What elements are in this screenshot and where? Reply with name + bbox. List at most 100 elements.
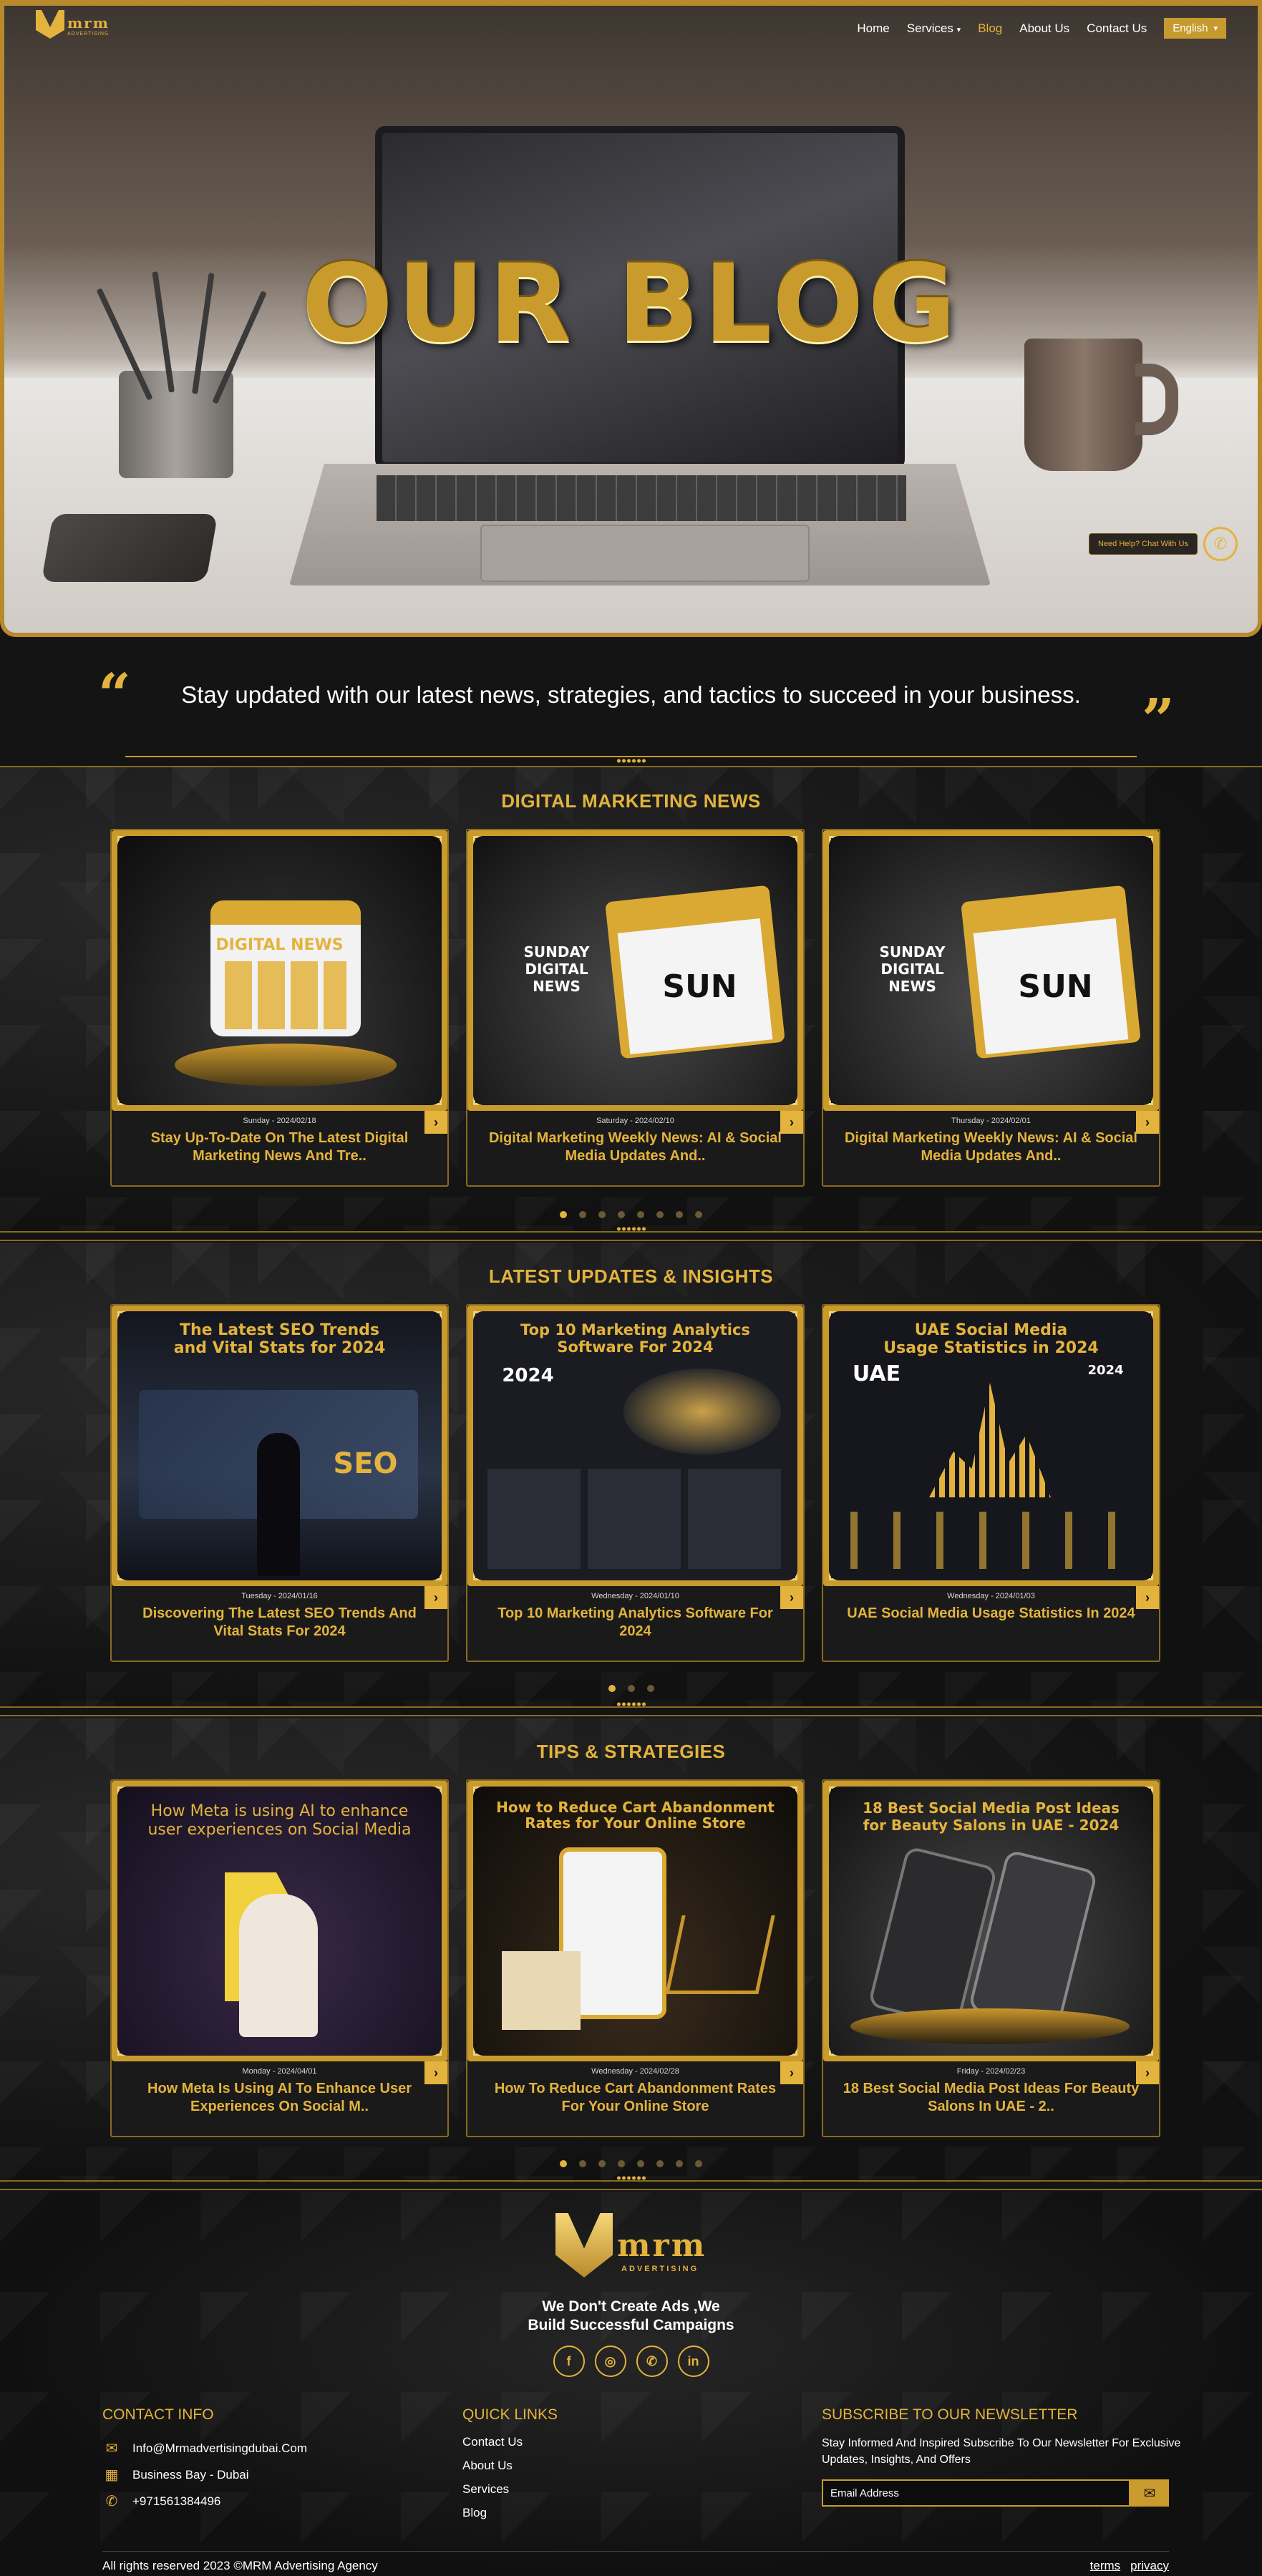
- skyline-chart-image: [929, 1383, 1051, 1497]
- card-title[interactable]: UAE Social Media Usage Statistics In 202…: [838, 1605, 1145, 1623]
- pager-dot[interactable]: [579, 1211, 586, 1218]
- email-field[interactable]: [822, 2479, 1130, 2507]
- card-image-caption: UAE Social Media: [914, 1321, 1068, 1339]
- pager-dot[interactable]: [598, 1211, 606, 1218]
- card-title[interactable]: Discovering The Latest SEO Trends And Vi…: [126, 1605, 433, 1641]
- world-map-image: [623, 1369, 781, 1454]
- card-image-caption: 2024: [1087, 1363, 1124, 1378]
- social-links: f ◎ ✆ in: [0, 2346, 1262, 2377]
- pager-dot[interactable]: [560, 1211, 567, 1218]
- card-title[interactable]: 18 Best Social Media Post Ideas For Beau…: [838, 2080, 1145, 2116]
- tagline-line: Build Successful Campaigns: [528, 2317, 734, 2333]
- blog-card[interactable]: The Latest SEO Trends and Vital Stats fo…: [110, 1304, 449, 1662]
- linkedin-icon[interactable]: in: [677, 2346, 709, 2377]
- card-image-caption: Rates for Your Online Store: [525, 1814, 746, 1832]
- pager-dot[interactable]: [695, 1211, 702, 1218]
- card-image: UAE Social Media Usage Statistics in 202…: [823, 1306, 1159, 1586]
- nav-contact-us[interactable]: Contact Us: [1087, 21, 1147, 36]
- stats-bars-image: [850, 1512, 1137, 1569]
- pager-dot[interactable]: [579, 2160, 586, 2167]
- pager-dot[interactable]: [656, 2160, 664, 2167]
- card-title[interactable]: Digital Marketing Weekly News: AI & Soci…: [482, 1129, 789, 1165]
- logo-subtext: ADVERTISING: [621, 2265, 699, 2273]
- pager-dot[interactable]: [676, 2160, 683, 2167]
- card-image-caption: user experiences on Social Media: [147, 1821, 412, 1839]
- footer-link-services[interactable]: Services: [462, 2482, 558, 2506]
- card-image: SUNDAY DIGITAL NEWS SUN: [823, 830, 1159, 1111]
- pager-dot[interactable]: [608, 1685, 616, 1692]
- logo-subtext: ADVERTISING: [67, 31, 110, 37]
- card-title[interactable]: Stay Up-To-Date On The Latest Digital Ma…: [126, 1129, 433, 1165]
- chat-help-widget[interactable]: Need Help? Chat With Us ✆: [1089, 527, 1238, 561]
- card-image-caption: SUN: [662, 968, 737, 1005]
- top-navigation: mrm ADVERTISING Home Services ▾ Blog Abo…: [4, 6, 1258, 49]
- blog-card[interactable]: SUNDAY DIGITAL NEWS SUN › Thursday - 202…: [822, 829, 1160, 1187]
- card-title[interactable]: Digital Marketing Weekly News: AI & Soci…: [838, 1129, 1145, 1165]
- card-image-caption: Usage Statistics in 2024: [883, 1339, 1099, 1357]
- card-title[interactable]: How To Reduce Cart Abandonment Rates For…: [482, 2080, 789, 2116]
- blog-card[interactable]: SUNDAY DIGITAL NEWS SUN › Saturday - 202…: [466, 829, 805, 1187]
- person-silhouette: [257, 1433, 300, 1576]
- person-vr-image: [239, 1894, 318, 2037]
- card-title[interactable]: How Meta Is Using AI To Enhance User Exp…: [126, 2080, 433, 2116]
- card-date: Thursday - 2024/02/01: [951, 1117, 1031, 1125]
- card-date: Saturday - 2024/02/10: [596, 1117, 674, 1125]
- nav-home[interactable]: Home: [857, 21, 889, 36]
- pager-dot[interactable]: [618, 1211, 625, 1218]
- pager-dot[interactable]: [618, 2160, 625, 2167]
- blog-card[interactable]: 18 Best Social Media Post Ideas for Beau…: [822, 1779, 1160, 2137]
- intro-quote: “ Stay updated with our latest news, str…: [0, 637, 1262, 780]
- divider-line: [0, 2180, 1262, 2182]
- brand-logo[interactable]: mrm ADVERTISING: [36, 10, 129, 43]
- pedestal-image: [175, 1044, 397, 1087]
- nav-services-label: Services: [906, 21, 953, 35]
- card-image-caption: SUN: [1018, 968, 1093, 1005]
- footer-link-about-us[interactable]: About Us: [462, 2459, 558, 2482]
- card-image-caption: Top 10 Marketing Analytics: [520, 1321, 750, 1338]
- pager-dot[interactable]: [656, 1211, 664, 1218]
- footer-logo[interactable]: mrm ADVERTISING: [555, 2213, 710, 2285]
- chevron-down-icon: ▾: [1213, 24, 1218, 33]
- blog-card[interactable]: Top 10 Marketing Analytics Software For …: [466, 1304, 805, 1662]
- whatsapp-icon[interactable]: ✆: [636, 2346, 668, 2377]
- contact-phone[interactable]: ✆ +971561384496: [102, 2488, 307, 2514]
- privacy-link[interactable]: privacy: [1130, 2559, 1169, 2573]
- card-image: 18 Best Social Media Post Ideas for Beau…: [823, 1781, 1159, 2061]
- close-quote-icon: ”: [1142, 686, 1175, 753]
- pager-dot[interactable]: [637, 2160, 644, 2167]
- card-image-caption: DIGITAL NEWS: [215, 936, 344, 954]
- blog-card[interactable]: How Meta is using AI to enhance user exp…: [110, 1779, 449, 2137]
- whatsapp-icon[interactable]: ✆: [1203, 527, 1238, 561]
- card-image: DIGITAL NEWS: [112, 830, 447, 1111]
- contact-email[interactable]: ✉ Info@Mrmadvertisingdubai.Com: [102, 2435, 307, 2461]
- carousel-pager: [0, 1211, 1262, 1218]
- nav-services[interactable]: Services ▾: [907, 21, 961, 36]
- card-image-caption: 18 Best Social Media Post Ideas: [863, 1799, 1120, 1817]
- pager-dot[interactable]: [676, 1211, 683, 1218]
- nav-blog[interactable]: Blog: [978, 21, 1002, 36]
- pager-dot[interactable]: [637, 1211, 644, 1218]
- footer-link-contact-us[interactable]: Contact Us: [462, 2435, 558, 2459]
- pager-dot[interactable]: [646, 1685, 654, 1692]
- contact-email-text: Info@Mrmadvertisingdubai.Com: [132, 2441, 308, 2455]
- facebook-icon[interactable]: f: [553, 2346, 585, 2377]
- blog-card[interactable]: DIGITAL NEWS › Sunday - 2024/02/18 Stay …: [110, 829, 449, 1187]
- terms-link[interactable]: terms: [1090, 2559, 1121, 2573]
- divider-line: [0, 1231, 1262, 1233]
- language-selector[interactable]: English ▾: [1164, 18, 1226, 39]
- newsletter-column: SUBSCRIBE TO OUR NEWSLETTER Stay Informe…: [822, 2406, 1194, 2507]
- card-title[interactable]: Top 10 Marketing Analytics Software For …: [482, 1605, 789, 1641]
- card-image-caption: The Latest SEO Trends: [180, 1321, 379, 1339]
- logo-text: mrm: [617, 2227, 707, 2264]
- nav-about-us[interactable]: About Us: [1019, 21, 1069, 36]
- blog-card[interactable]: How to Reduce Cart Abandonment Rates for…: [466, 1779, 805, 2137]
- instagram-icon[interactable]: ◎: [594, 2346, 626, 2377]
- footer-link-blog[interactable]: Blog: [462, 2506, 558, 2529]
- blog-card[interactable]: UAE Social Media Usage Statistics in 202…: [822, 1304, 1160, 1662]
- card-image: The Latest SEO Trends and Vital Stats fo…: [112, 1306, 447, 1586]
- pager-dot[interactable]: [560, 2160, 567, 2167]
- pager-dot[interactable]: [695, 2160, 702, 2167]
- pager-dot[interactable]: [598, 2160, 606, 2167]
- subscribe-button[interactable]: ✉: [1130, 2479, 1169, 2507]
- pager-dot[interactable]: [627, 1685, 635, 1692]
